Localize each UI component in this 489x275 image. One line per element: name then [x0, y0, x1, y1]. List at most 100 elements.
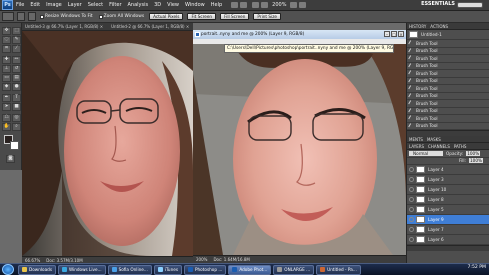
fit-screen-button[interactable]: Fit Screen	[187, 13, 217, 20]
visibility-eye-icon[interactable]	[409, 187, 414, 192]
clone-stamp-icon[interactable]: ⊥	[2, 65, 11, 73]
menu-window[interactable]: Window	[182, 2, 208, 8]
layer-row[interactable]: Layer 8	[407, 195, 489, 205]
history-item[interactable]: Brush Tool	[407, 78, 489, 85]
history-item[interactable]: Brush Tool	[407, 123, 489, 130]
history-item[interactable]: Brush Tool	[407, 70, 489, 78]
3d-rotate-icon[interactable]: ☖	[2, 114, 11, 122]
menu-file[interactable]: File	[13, 2, 27, 8]
layer-row[interactable]: Layer 10	[407, 185, 489, 195]
actual-pixels-button[interactable]: Actual Pixels	[149, 13, 184, 20]
zoom-tool-icon[interactable]	[2, 12, 14, 21]
photo-canvas-2[interactable]	[193, 44, 406, 255]
menu-view[interactable]: View	[164, 2, 182, 8]
zoom-readout[interactable]: 66.67%	[25, 258, 40, 263]
visibility-eye-icon[interactable]	[409, 197, 414, 202]
hand-icon[interactable]	[252, 2, 260, 8]
document-tab[interactable]: Untitled-3 @ 66.7% (Layer 1, RGB/8) ×	[25, 24, 103, 29]
visibility-eye-icon[interactable]	[409, 227, 414, 232]
screen-mode-icon[interactable]	[299, 2, 307, 8]
layer-row[interactable]: Layer 6	[407, 235, 489, 245]
lasso-tool-icon[interactable]: ◌	[2, 36, 11, 44]
marquee-tool-icon[interactable]: ⬚	[12, 27, 21, 35]
history-item[interactable]: Brush Tool	[407, 40, 489, 48]
type-tool-icon[interactable]: T	[12, 94, 21, 102]
photo-canvas-1[interactable]	[22, 31, 193, 256]
visibility-eye-icon[interactable]	[409, 237, 414, 242]
zoom-all-checkbox[interactable]	[98, 14, 103, 19]
zoom-level[interactable]: 200%	[269, 2, 289, 8]
move-tool-icon[interactable]: ✥	[2, 27, 11, 35]
start-button[interactable]	[2, 264, 14, 275]
history-item[interactable]: Brush Tool	[407, 108, 489, 115]
visibility-eye-icon[interactable]	[409, 167, 414, 172]
maximize-icon[interactable]: □	[391, 31, 397, 37]
layer-row[interactable]: Layer 9	[407, 215, 489, 225]
resize-windows-checkbox[interactable]	[40, 14, 44, 19]
arrange-documents-icon[interactable]	[290, 2, 298, 8]
opacity-input[interactable]: 100%	[466, 150, 481, 156]
taskbar-button[interactable]: Photoshop ...	[184, 264, 227, 275]
path-select-icon[interactable]: ➤	[2, 103, 11, 111]
hand-tool-icon[interactable]: ✋	[2, 123, 11, 131]
history-item[interactable]: Brush Tool	[407, 48, 489, 55]
crop-tool-icon[interactable]: ⌗	[2, 45, 11, 53]
zoom-out-icon[interactable]	[28, 12, 36, 21]
menu-select[interactable]: Select	[85, 2, 106, 8]
blend-mode-select[interactable]: Normal	[409, 150, 443, 156]
bridge-icon[interactable]	[231, 2, 239, 8]
tab-paths[interactable]: PATHS	[454, 144, 467, 149]
layer-row[interactable]: Layer 7	[407, 225, 489, 235]
history-snapshot[interactable]: Untitled-1	[407, 30, 489, 40]
visibility-eye-icon[interactable]	[409, 177, 414, 182]
tab-layers[interactable]: LAYERS	[409, 144, 424, 149]
tab-adjustments[interactable]: MENTS	[409, 137, 423, 142]
healing-tool-icon[interactable]: ✚	[2, 56, 11, 64]
history-item[interactable]: Brush Tool	[407, 63, 489, 70]
close-icon[interactable]: ×	[398, 31, 404, 37]
taskbar-button[interactable]: Downloads	[18, 264, 56, 275]
eyedropper-tool-icon[interactable]: ⁄	[12, 45, 21, 53]
zoom-icon[interactable]	[261, 2, 269, 8]
shape-tool-icon[interactable]: ■	[12, 103, 21, 111]
3d-camera-icon[interactable]: ◎	[12, 114, 21, 122]
visibility-eye-icon[interactable]	[409, 217, 414, 222]
menu-3d[interactable]: 3D	[151, 2, 164, 8]
dodge-tool-icon[interactable]: ●	[12, 83, 21, 91]
tab-masks[interactable]: MASKS	[427, 137, 441, 142]
document-title-bar[interactable]: portrait..nyny and me @ 200% (Layer 9, R…	[193, 30, 406, 39]
eraser-tool-icon[interactable]: ▭	[2, 74, 11, 82]
pen-tool-icon[interactable]: ✒	[2, 94, 11, 102]
fill-input[interactable]: 100%	[469, 158, 483, 164]
taskbar-button[interactable]: Sofia Online...	[107, 264, 152, 275]
mini-bridge-icon[interactable]	[240, 2, 248, 8]
menu-image[interactable]: Image	[43, 2, 65, 8]
menu-analysis[interactable]: Analysis	[125, 2, 152, 8]
visibility-eye-icon[interactable]	[409, 207, 414, 212]
gradient-tool-icon[interactable]: ▤	[12, 74, 21, 82]
menu-edit[interactable]: Edit	[27, 2, 43, 8]
menu-layer[interactable]: Layer	[65, 2, 85, 8]
taskbar-button[interactable]: Untitled - Pa...	[316, 264, 361, 275]
print-size-button[interactable]: Print Size	[253, 13, 281, 20]
blur-tool-icon[interactable]: ◆	[2, 83, 11, 91]
background-color-swatch[interactable]	[10, 141, 19, 150]
layer-row[interactable]: Layer 3	[407, 175, 489, 185]
brush-tool-icon[interactable]: ✏	[12, 56, 21, 64]
menu-help[interactable]: Help	[208, 2, 225, 8]
history-brush-icon[interactable]: ↺	[12, 65, 21, 73]
taskbar-button[interactable]: iTunes	[153, 264, 182, 275]
tab-history[interactable]: HISTORY	[409, 24, 426, 29]
quick-mask-icon[interactable]: ◙	[6, 155, 15, 163]
quick-select-tool-icon[interactable]: ✎	[12, 36, 21, 44]
tab-channels[interactable]: CHANNELS	[428, 144, 450, 149]
minimize-icon[interactable]: –	[384, 31, 390, 37]
history-item[interactable]: Brush Tool	[407, 115, 489, 123]
layer-row[interactable]: Layer 4	[407, 165, 489, 175]
history-item[interactable]: Brush Tool	[407, 93, 489, 100]
history-item[interactable]: Brush Tool	[407, 100, 489, 108]
workspace-switcher[interactable]: ESSENTIALS	[421, 1, 455, 7]
layer-row[interactable]: Layer 5	[407, 205, 489, 215]
zoom-readout-2[interactable]: 200%	[196, 257, 207, 262]
tab-actions[interactable]: ACTIONS	[430, 24, 448, 29]
